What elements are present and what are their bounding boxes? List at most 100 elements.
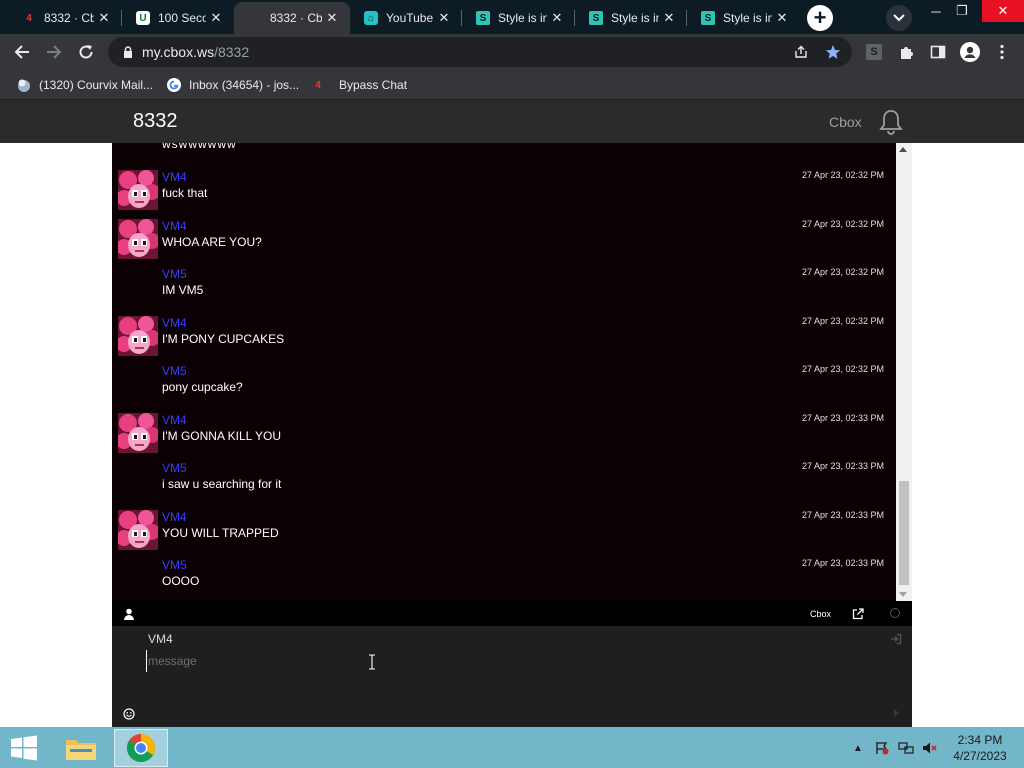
- message-username[interactable]: VM5: [162, 558, 187, 572]
- new-tab-button[interactable]: +: [807, 5, 833, 31]
- windows-start-button[interactable]: [0, 727, 48, 768]
- chat-message-list[interactable]: wswwwwww VM4 fuck that 27 Apr 23, 02:32 PM…: [112, 143, 896, 601]
- tab-title: YouTube: [386, 11, 434, 25]
- browser-tab[interactable]: 4 8332 · Cb ✕: [8, 2, 122, 34]
- bookmark-star-icon[interactable]: [823, 42, 843, 62]
- lock-icon[interactable]: [120, 44, 136, 60]
- chat-message: VM5 pony cupcake? 27 Apr 23, 02:32 PM: [112, 342, 896, 394]
- message-timestamp: 27 Apr 23, 02:32 PM: [801, 218, 884, 229]
- url-domain: my.cbox.ws: [142, 44, 215, 60]
- restore-button[interactable]: ❐: [947, 0, 977, 22]
- close-tab-icon[interactable]: ✕: [94, 8, 114, 28]
- chat-message: VM4 YOU WILL TRAPPED 27 Apr 23, 02:33 PM: [112, 488, 896, 550]
- popout-icon[interactable]: [852, 607, 864, 620]
- mail-bird-icon: [16, 77, 32, 93]
- bookmark-label: (1320) Courvix Mail...: [39, 78, 154, 92]
- bookmarks-bar: (1320) Courvix Mail... Inbox (34654) - j…: [0, 70, 1024, 100]
- back-arrow-icon[interactable]: [10, 40, 34, 64]
- show-hidden-icons-arrow-icon[interactable]: ▲: [850, 741, 866, 755]
- action-center-flag-icon[interactable]: [874, 741, 890, 755]
- close-tab-icon[interactable]: ✕: [206, 8, 226, 28]
- cbox-footer-link[interactable]: Cbox: [810, 609, 831, 619]
- close-tab-icon[interactable]: ✕: [322, 8, 342, 28]
- bookmark-item[interactable]: 4 Bypass Chat: [310, 76, 407, 94]
- extensions-puzzle-icon[interactable]: [894, 40, 918, 64]
- sign-in-icon[interactable]: [890, 632, 902, 645]
- message-username[interactable]: VM4: [162, 316, 187, 330]
- taskbar-clock-date[interactable]: 4/27/2023: [947, 749, 1013, 763]
- bell-icon[interactable]: [878, 108, 904, 136]
- browser-tab[interactable]: S Style is in ✕: [687, 2, 800, 34]
- browser-tab[interactable]: ⌂ YouTube ✕: [350, 2, 462, 34]
- profile-avatar-icon[interactable]: [958, 40, 982, 64]
- reload-icon[interactable]: [74, 40, 98, 64]
- scrollbar-thumb[interactable]: [899, 481, 909, 585]
- close-tab-icon[interactable]: ✕: [772, 8, 792, 28]
- bookmark-label: Inbox (34654) - jos...: [189, 78, 300, 92]
- share-icon[interactable]: [791, 42, 811, 62]
- browser-tab-active[interactable]: 8332 · Cb ✕: [234, 2, 350, 34]
- tab-title: Style is in: [498, 11, 547, 25]
- browser-tab[interactable]: U 100 Seco ✕: [122, 2, 234, 34]
- chrome-taskbar-button[interactable]: [114, 729, 168, 767]
- forward-arrow-icon[interactable]: [42, 40, 66, 64]
- chat-toolbar: Cbox: [112, 601, 912, 626]
- message-username[interactable]: VM4: [162, 170, 187, 184]
- window-close-button[interactable]: ✕: [982, 0, 1024, 22]
- message-text: OOOO: [162, 574, 200, 588]
- message-timestamp: 27 Apr 23, 02:33 PM: [801, 461, 884, 471]
- chat-message: VM4 I'M PONY CUPCAKES 27 Apr 23, 02:32 PM: [112, 294, 896, 356]
- message-timestamp: 27 Apr 23, 02:32 PM: [801, 364, 884, 374]
- emoji-smile-icon[interactable]: [123, 707, 135, 720]
- status-circle-icon[interactable]: [890, 608, 900, 618]
- message-username[interactable]: VM4: [162, 219, 187, 233]
- volume-muted-icon[interactable]: [922, 741, 938, 755]
- close-tab-icon[interactable]: ✕: [547, 8, 567, 28]
- close-tab-icon[interactable]: ✕: [434, 8, 454, 28]
- url-path: /8332: [214, 44, 250, 60]
- tab-search-button[interactable]: [886, 5, 912, 31]
- browser-tab[interactable]: S Style is in ✕: [575, 2, 687, 34]
- scroll-down-arrow-icon[interactable]: [899, 592, 907, 597]
- message-timestamp: 27 Apr 23, 02:32 PM: [801, 170, 884, 180]
- cbox-red-icon: 4: [315, 79, 321, 91]
- close-tab-icon[interactable]: ✕: [659, 8, 679, 28]
- browser-tab[interactable]: S Style is in ✕: [462, 2, 575, 34]
- message-timestamp: 27 Apr 23, 02:33 PM: [801, 412, 884, 423]
- s-logo-icon: S: [589, 11, 603, 25]
- file-explorer-taskbar-button[interactable]: [54, 729, 108, 767]
- cbox-brand-link[interactable]: Cbox: [829, 114, 862, 130]
- taskbar-clock-time[interactable]: 2:34 PM: [947, 733, 1013, 747]
- message-username[interactable]: VM5: [162, 267, 187, 281]
- message-input[interactable]: [146, 650, 866, 672]
- scroll-up-arrow-icon[interactable]: [899, 147, 907, 152]
- folder-icon: [66, 740, 96, 760]
- windows-taskbar: ▲ 2:34 PM 4/27/2023: [0, 727, 1024, 768]
- bookmark-item[interactable]: Inbox (34654) - jos...: [166, 76, 299, 94]
- chevron-down-icon: [893, 14, 905, 22]
- teal-app-icon: ⌂: [364, 11, 378, 25]
- message-username[interactable]: VM5: [162, 461, 187, 475]
- message-username[interactable]: VM4: [162, 510, 187, 524]
- bookmark-item[interactable]: (1320) Courvix Mail...: [16, 76, 153, 94]
- chat-message: VM4 fuck that 27 Apr 23, 02:32 PM: [112, 148, 896, 210]
- address-bar[interactable]: my.cbox.ws/8332: [108, 37, 852, 67]
- browser-toolbar: my.cbox.ws/8332 S: [0, 34, 1024, 70]
- network-icon[interactable]: [898, 741, 914, 755]
- extension-s-icon[interactable]: S: [862, 40, 886, 64]
- kebab-menu-icon[interactable]: [990, 40, 1014, 64]
- username-label[interactable]: VM4: [148, 632, 173, 646]
- message-username[interactable]: VM4: [162, 413, 187, 427]
- bookmark-label: Bypass Chat: [339, 78, 408, 92]
- message-username[interactable]: VM5: [162, 364, 187, 378]
- side-panel-icon[interactable]: [926, 40, 950, 64]
- s-logo-icon: S: [701, 11, 715, 25]
- chat-scrollbar[interactable]: [896, 143, 912, 601]
- user-icon[interactable]: [123, 607, 135, 620]
- send-arrow-icon[interactable]: [894, 709, 899, 717]
- chat-message: VM4 I'M GONNA KILL YOU 27 Apr 23, 02:33 PM: [112, 391, 896, 453]
- cbox-header: 8332 Cbox: [0, 100, 1024, 143]
- tab-title: Style is in: [723, 11, 772, 25]
- shield-icon: U: [136, 11, 150, 25]
- chat-message: VM5 i saw u searching for it 27 Apr 23, 02…: [112, 439, 896, 491]
